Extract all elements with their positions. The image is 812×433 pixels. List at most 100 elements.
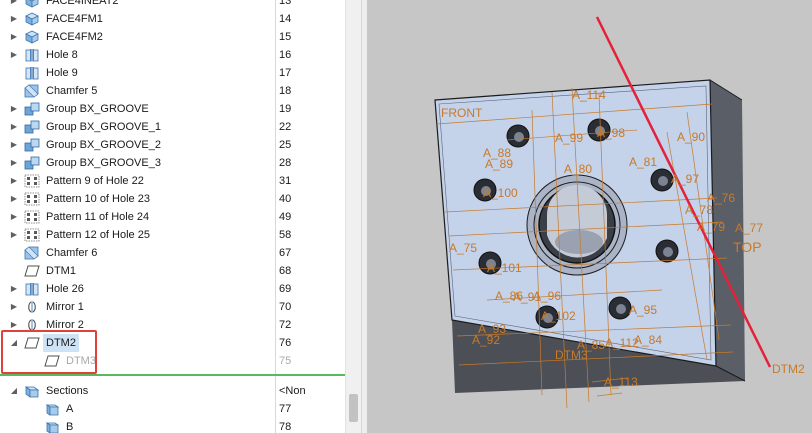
tree-row-number: 77 [279, 403, 292, 415]
tree-row-pattern-12-of-hole-25[interactable]: ▶ Pattern 12 of Hole 25 58 [0, 226, 345, 244]
tree-row-number: 28 [279, 157, 292, 169]
tree-row-hole-8[interactable]: ▶ Hole 8 16 [0, 46, 345, 64]
tree-row-group-bx-groove-2[interactable]: ▶ Group BX_GROOVE_2 25 [0, 136, 345, 154]
insert-indicator-bar [0, 374, 345, 376]
expand-arrow-icon[interactable]: ▶ [9, 118, 19, 136]
3d-viewport[interactable]: FRONT A_114 A_99 A_98 A_88 A_89 A_80 A_81 A_90 A_… [367, 0, 812, 433]
annotation-a-98: A_98 [597, 126, 625, 140]
tree-row-face4ineat2[interactable]: ▶ FACE4INEAT2 13 [0, 0, 345, 10]
section-item-icon [44, 402, 60, 416]
tree-row-number: 25 [279, 139, 292, 151]
tree-row-label: A [66, 403, 74, 415]
expand-arrow-icon[interactable]: ▶ [9, 190, 19, 208]
tree-row-label: Group BX_GROOVE_2 [46, 139, 161, 151]
tree-row-label: Chamfer 6 [46, 247, 98, 259]
tree-row-face4fm1[interactable]: ▶ FACE4FM1 14 [0, 10, 345, 28]
annotation-a-84: A_84 [634, 333, 662, 347]
tree-row-label: FACE4FM2 [46, 31, 103, 43]
scrollbar-thumb[interactable] [349, 394, 358, 422]
tree-row-label: Hole 26 [46, 283, 84, 295]
datum-plane-icon [24, 264, 40, 278]
tree-row-number: 13 [279, 0, 292, 7]
tree-row-pattern-9-of-hole-22[interactable]: ▶ Pattern 9 of Hole 22 31 [0, 172, 345, 190]
annotation-a-75: A_75 [449, 241, 477, 255]
annotation-top: TOP [733, 239, 762, 255]
tree-row-face4fm2[interactable]: ▶ FACE4FM2 15 [0, 28, 345, 46]
expand-arrow-icon [9, 64, 19, 82]
tree-row-label: B [66, 421, 74, 433]
annotation-a-78: A_78 [685, 203, 713, 217]
tree-row-dtm1[interactable]: DTM1 68 [0, 262, 345, 280]
annotation-a-80: A_80 [564, 162, 592, 176]
expand-arrow-icon[interactable]: ▶ [9, 10, 19, 28]
tree-row-section-a[interactable]: A 77 [0, 400, 345, 418]
annotation-a-102: A_102 [541, 309, 576, 323]
tree-row-chamfer-6[interactable]: Chamfer 6 67 [0, 244, 345, 262]
tree-scrollbar[interactable] [345, 0, 361, 433]
expand-arrow-icon[interactable]: ▶ [9, 28, 19, 46]
tree-row-hole-9[interactable]: Hole 9 17 [0, 64, 345, 82]
annotation-a-97: A_97 [671, 172, 699, 186]
tree-row-label: Group BX_GROOVE_3 [46, 157, 161, 169]
tree-row-group-bx-groove-1[interactable]: ▶ Group BX_GROOVE_1 22 [0, 118, 345, 136]
tree-row-label: Group BX_GROOVE [46, 103, 149, 115]
tree-row-mirror-1[interactable]: ▶ Mirror 1 70 [0, 298, 345, 316]
tree-row-label: Hole 8 [46, 49, 78, 61]
tree-row-group-bx-groove-3[interactable]: ▶ Group BX_GROOVE_3 28 [0, 154, 345, 172]
tree-row-number: 69 [279, 283, 292, 295]
annotation-a-101: A_101 [487, 261, 522, 275]
expand-arrow-icon[interactable]: ▶ [9, 46, 19, 64]
expand-arrow-icon[interactable]: ▶ [9, 298, 19, 316]
expand-arrow-icon[interactable]: ▶ [9, 136, 19, 154]
annotation-a-89: A_89 [485, 157, 513, 171]
expand-arrow-icon[interactable]: ▶ [9, 208, 19, 226]
collapse-arrow-icon[interactable]: ◢ [9, 382, 19, 400]
tree-row-number: 18 [279, 85, 292, 97]
tree-row-label: Mirror 1 [46, 301, 84, 313]
tree-row-pattern-10-of-hole-23[interactable]: ▶ Pattern 10 of Hole 23 40 [0, 190, 345, 208]
expand-arrow-icon[interactable]: ▶ [9, 280, 19, 298]
expand-arrow-icon [9, 262, 19, 280]
tree-row-number: 40 [279, 193, 292, 205]
group-icon [24, 156, 40, 170]
tree-row-number: 78 [279, 421, 292, 433]
tree-row-label: Pattern 10 of Hole 23 [46, 193, 150, 205]
annotation-a-81: A_81 [629, 155, 657, 169]
tree-row-pattern-11-of-hole-24[interactable]: ▶ Pattern 11 of Hole 24 49 [0, 208, 345, 226]
expand-arrow-icon[interactable]: ▶ [9, 0, 19, 10]
section-item-icon [44, 420, 60, 433]
expand-arrow-icon[interactable]: ▶ [9, 172, 19, 190]
hole-icon [24, 66, 40, 80]
group-icon [24, 138, 40, 152]
tree-row-number: 75 [279, 355, 292, 367]
tree-row-number: 49 [279, 211, 292, 223]
annotation-dtm2: DTM2 [772, 362, 805, 376]
expand-arrow-icon[interactable]: ▶ [9, 226, 19, 244]
annotation-a-96: A_96 [533, 289, 561, 303]
mirror-icon [24, 300, 40, 314]
tree-row-number: 67 [279, 247, 292, 259]
annotation-a-77: A_77 [735, 221, 763, 235]
tree-row-number: 17 [279, 67, 292, 79]
tree-row-hole-26[interactable]: ▶ Hole 26 69 [0, 280, 345, 298]
tree-row-number: 15 [279, 31, 292, 43]
expand-arrow-icon[interactable]: ▶ [9, 154, 19, 172]
tree-row-number: 16 [279, 49, 292, 61]
tree-row-number: <Non [279, 385, 306, 397]
annotation-a-113: A_113 [604, 375, 638, 389]
tree-row-chamfer-5[interactable]: Chamfer 5 18 [0, 82, 345, 100]
tree-row-group-bx-groove[interactable]: ▶ Group BX_GROOVE 19 [0, 100, 345, 118]
sheet-face-icon [24, 0, 40, 8]
pattern-icon [24, 174, 40, 188]
tree-row-label: FACE4FM1 [46, 13, 103, 25]
tree-row-number: 58 [279, 229, 292, 241]
tree-row-section-b[interactable]: B 78 [0, 418, 345, 433]
tree-row-sections[interactable]: ◢ Sections <Non [0, 382, 345, 400]
pattern-icon [24, 228, 40, 242]
expand-arrow-icon[interactable]: ▶ [9, 100, 19, 118]
annotation-a-76: A_76 [707, 191, 735, 205]
no-arrow [27, 418, 37, 433]
tree-row-label: Pattern 11 of Hole 24 [46, 211, 150, 223]
no-arrow [27, 400, 37, 418]
annotation-front: FRONT [441, 106, 483, 120]
